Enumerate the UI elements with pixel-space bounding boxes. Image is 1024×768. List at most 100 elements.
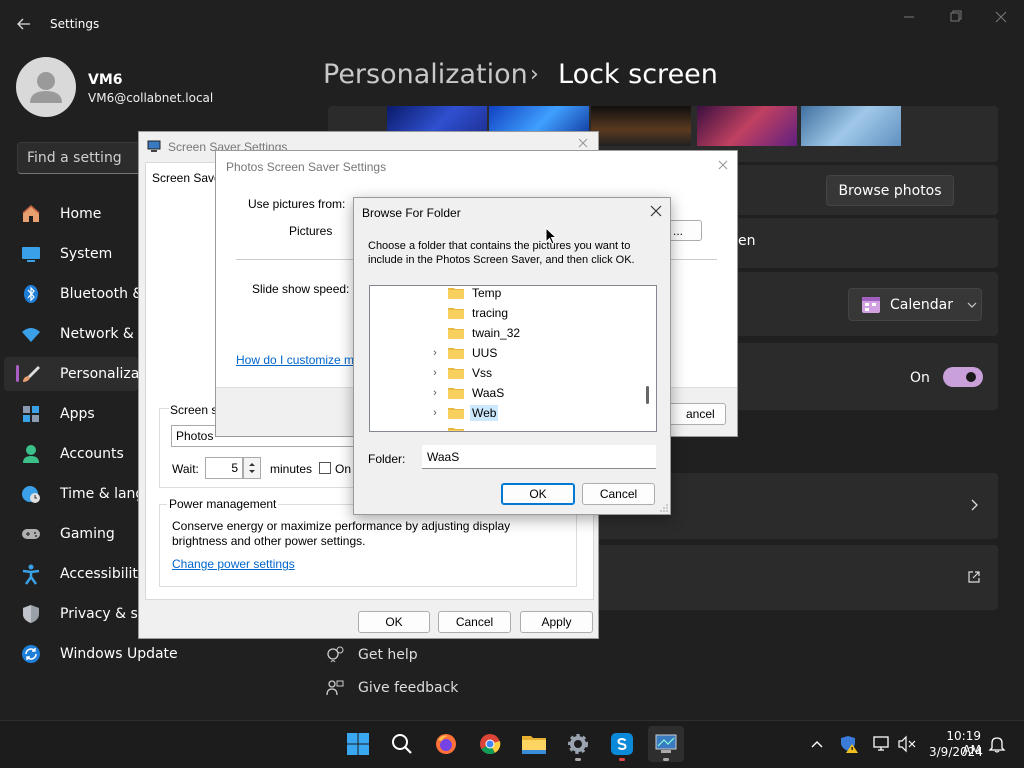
close-icon: [995, 11, 1007, 23]
folder-icon: [448, 428, 464, 431]
folder-name: UUS: [472, 346, 498, 360]
close-button[interactable]: [987, 8, 1015, 26]
sidebar-item-time-language[interactable]: Time & langu: [20, 477, 138, 511]
resize-grip-icon[interactable]: [659, 503, 669, 513]
calendar-icon: [862, 296, 880, 313]
show-hidden-icons-button[interactable]: [806, 734, 828, 754]
chevron-right-icon[interactable]: ›: [428, 347, 442, 359]
start-button[interactable]: [340, 726, 376, 762]
wallpaper-thumbnail[interactable]: [697, 106, 797, 146]
on-resume-checkbox[interactable]: [319, 462, 331, 474]
lock-screen-toggle[interactable]: [943, 367, 983, 387]
shield-icon: [23, 605, 39, 623]
apply-button[interactable]: Apply: [520, 611, 593, 633]
avatar[interactable]: [16, 57, 76, 117]
tree-row-web[interactable]: › Web: [370, 403, 638, 423]
tree-row-temp[interactable]: Temp: [370, 286, 638, 303]
accessibility-icon: [22, 564, 40, 585]
folder-name: Vss: [472, 366, 493, 380]
minimize-button[interactable]: [895, 8, 923, 26]
chrome-icon: [480, 734, 501, 755]
firefox-button[interactable]: [428, 726, 464, 762]
maximize-button[interactable]: [941, 8, 969, 26]
sidebar-item-apps[interactable]: Apps: [20, 397, 138, 431]
volume-tray-button[interactable]: [897, 734, 917, 754]
tree-row-tracing[interactable]: tracing: [370, 303, 638, 323]
spinner-arrows-icon: [249, 463, 255, 473]
calendar-dropdown-value: Calendar: [890, 296, 953, 313]
folder-tree[interactable]: Temp tracing twain_32 › UUS › Vss › WaaS: [369, 285, 657, 432]
change-power-settings-link[interactable]: Change power settings: [172, 557, 295, 571]
sidebar-item-network[interactable]: Network & in: [20, 317, 138, 351]
skype-icon: [611, 733, 633, 755]
cancel-button[interactable]: Cancel: [438, 611, 511, 633]
sidebar-item-windows-update[interactable]: Windows Update: [20, 637, 200, 671]
wait-minutes-input[interactable]: 5: [205, 457, 243, 479]
clock-date[interactable]: 3/9/2024: [929, 745, 983, 759]
sidebar-item-label: System: [60, 246, 113, 262]
close-button[interactable]: [576, 136, 592, 150]
power-management-text: Conserve energy or maximize performance …: [172, 519, 511, 548]
tree-row-twain-32[interactable]: twain_32: [370, 323, 638, 343]
folder-name-input[interactable]: WaaS: [422, 445, 656, 469]
browse-for-folder-dialog: Browse For Folder Choose a folder that c…: [353, 197, 671, 515]
ok-button[interactable]: OK: [501, 483, 575, 505]
sidebar-item-accounts[interactable]: Accounts: [20, 437, 138, 471]
network-tray-button[interactable]: [872, 734, 892, 754]
close-button[interactable]: [648, 203, 666, 219]
customize-help-link[interactable]: How do I customize m: [236, 353, 354, 367]
wait-label: Wait:: [172, 462, 199, 476]
give-feedback-link[interactable]: Give feedback: [326, 676, 458, 700]
search-button[interactable]: [384, 726, 420, 762]
notifications-button[interactable]: [987, 734, 1007, 754]
folder-icon: [448, 388, 464, 399]
close-button[interactable]: [716, 158, 732, 172]
running-indicator: [619, 758, 625, 761]
sidebar-item-system[interactable]: System: [20, 237, 138, 271]
screen-saver-taskbar-button[interactable]: [648, 726, 684, 762]
screen-saver-app-icon: [147, 140, 161, 152]
wallpaper-thumbnail[interactable]: [801, 106, 901, 146]
tree-row-vss[interactable]: › Vss: [370, 363, 638, 383]
folder-icon: [448, 408, 464, 419]
tree-scrollbar-thumb[interactable]: [646, 386, 649, 404]
sidebar-item-personalization[interactable]: Personalizati: [4, 357, 138, 391]
sidebar-item-accessibility[interactable]: Accessibility: [20, 557, 138, 591]
search-input[interactable]: Find a setting: [17, 142, 145, 174]
dialog-title: Photos Screen Saver Settings: [226, 160, 387, 174]
sidebar-item-privacy[interactable]: Privacy & sec: [20, 597, 138, 631]
sidebar-item-bluetooth[interactable]: Bluetooth &: [20, 277, 138, 311]
chevron-right-icon[interactable]: ›: [428, 367, 442, 379]
tree-row-partial[interactable]: [370, 423, 638, 431]
calendar-dropdown[interactable]: Calendar: [848, 288, 982, 321]
wallpaper-thumbnail[interactable]: [591, 106, 691, 146]
help-person-icon: [327, 646, 344, 663]
pictures-label: Pictures: [289, 224, 333, 238]
title-bar: [0, 0, 1024, 48]
skype-button[interactable]: [604, 726, 640, 762]
chrome-button[interactable]: [472, 726, 508, 762]
sidebar-item-label: Network & in: [60, 326, 138, 342]
wait-spinner[interactable]: [243, 457, 261, 479]
get-help-link[interactable]: Get help: [326, 643, 418, 667]
sidebar-item-gaming[interactable]: Gaming: [20, 517, 138, 551]
settings-taskbar-button[interactable]: [560, 726, 596, 762]
tab-screen-saver[interactable]: Screen Saver: [152, 171, 225, 185]
browse-photos-button[interactable]: Browse photos: [826, 175, 954, 206]
sidebar-item-home[interactable]: Home: [20, 197, 138, 231]
cancel-button[interactable]: Cancel: [582, 483, 655, 505]
tree-row-waas[interactable]: › WaaS: [370, 383, 638, 403]
running-indicator: [575, 758, 581, 761]
chevron-right-icon[interactable]: ›: [428, 407, 442, 419]
file-explorer-button[interactable]: [516, 726, 552, 762]
ok-button[interactable]: OK: [358, 611, 430, 633]
firefox-icon: [436, 734, 456, 754]
tree-row-uus[interactable]: › UUS: [370, 343, 638, 363]
back-button[interactable]: [10, 12, 38, 36]
breadcrumb-parent[interactable]: Personalization: [323, 59, 528, 90]
security-tray-button[interactable]: [840, 734, 860, 754]
sidebar-item-label: Accessibility: [60, 566, 138, 582]
sidebar-item-label: Personalizati: [60, 366, 138, 382]
user-name: VM6: [88, 72, 123, 88]
chevron-right-icon[interactable]: ›: [428, 387, 442, 399]
